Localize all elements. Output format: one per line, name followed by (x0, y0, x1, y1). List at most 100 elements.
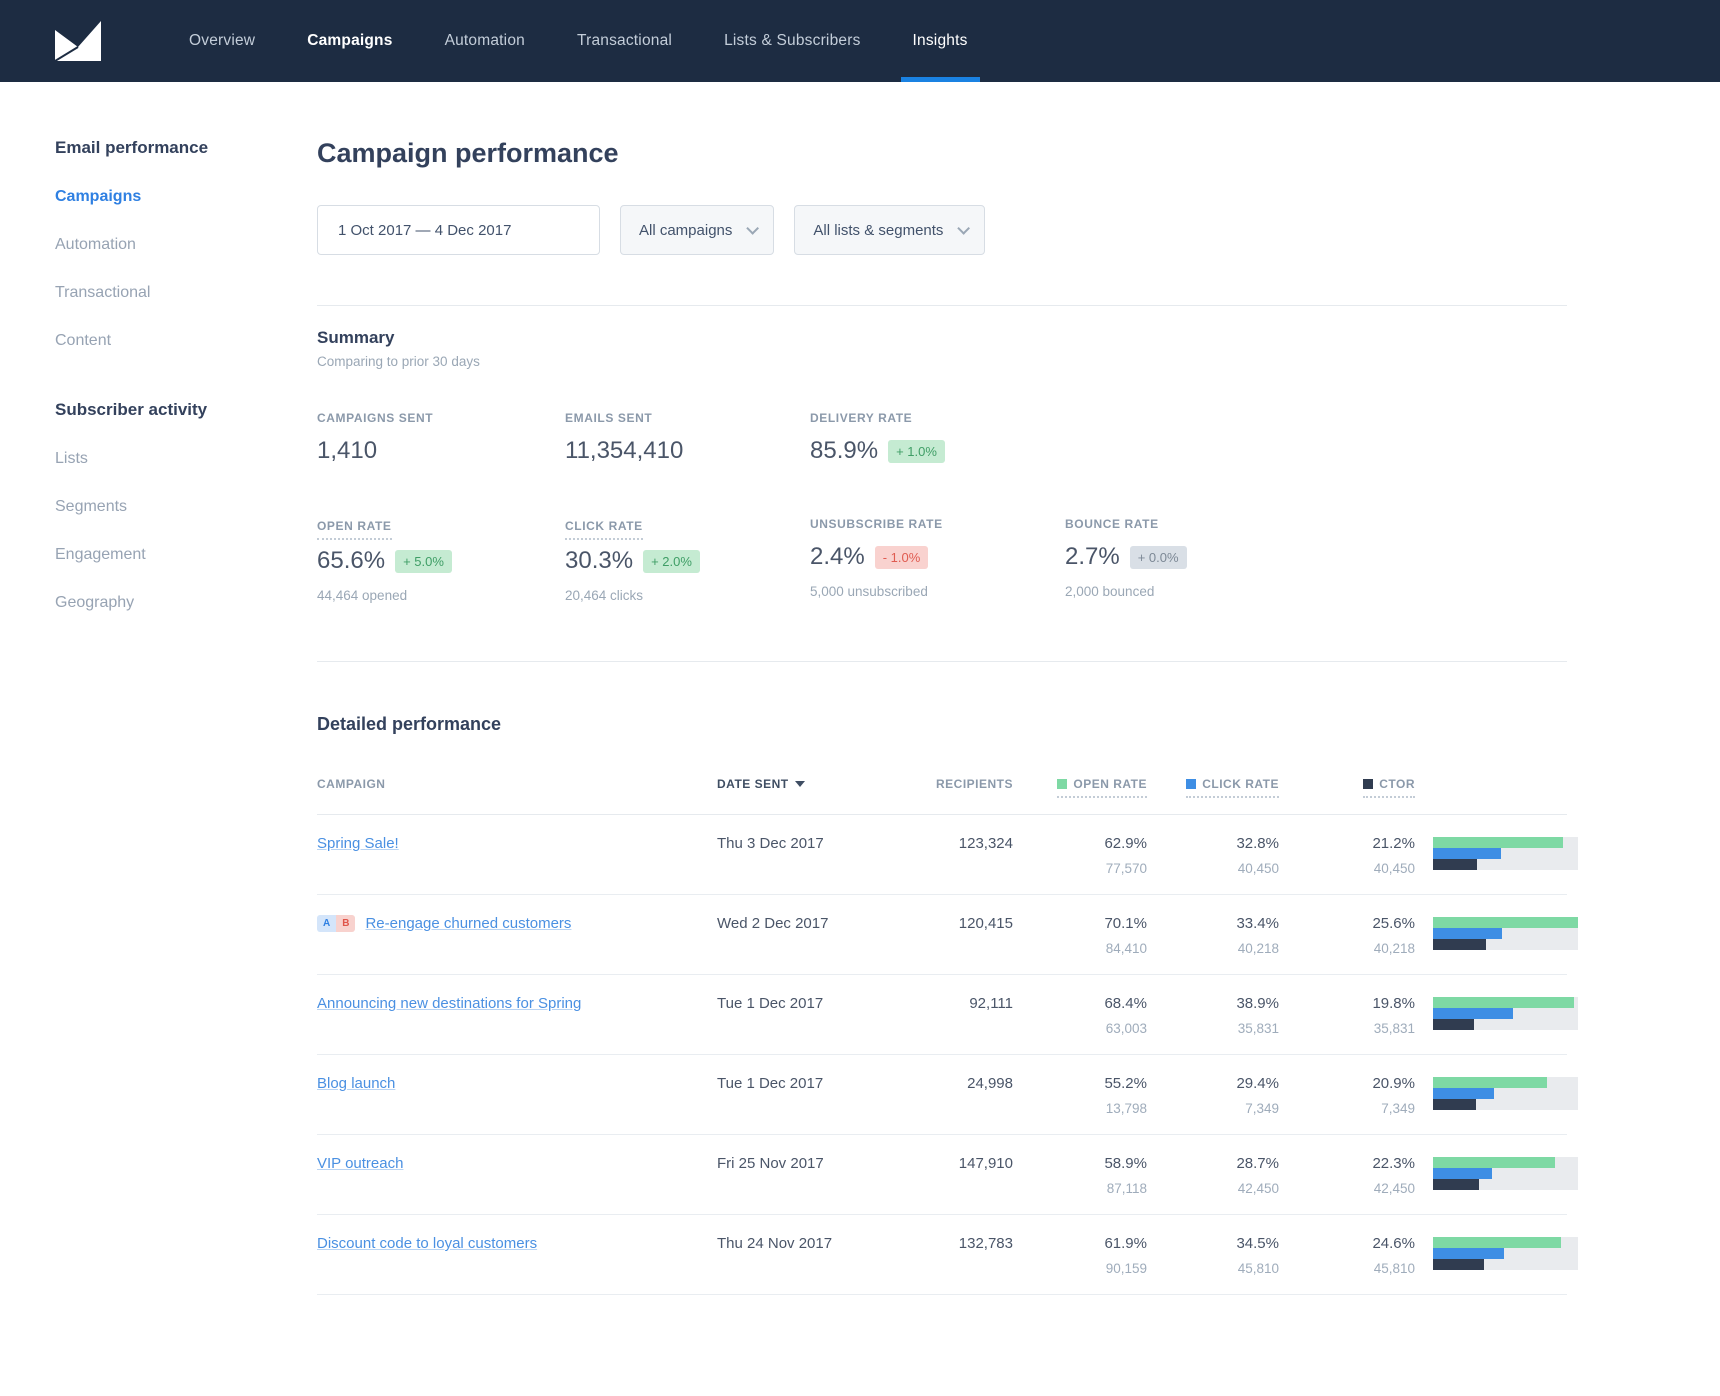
ctor-cell: 19.8% 35,831 (1372, 995, 1415, 1036)
recipients-cell: 147,910 (958, 1155, 1013, 1172)
sidebar-item-automation[interactable]: Automation (55, 236, 317, 254)
metric-delivery-rate: DELIVERY RATE 85.9% + 1.0% (810, 411, 1065, 465)
recipients-cell: 92,111 (969, 995, 1013, 1012)
column-header-label: OPEN RATE (1073, 777, 1147, 791)
date-sent-cell: Tue 1 Dec 2017 (717, 995, 824, 1012)
table-row: Blog launch Tue 1 Dec 2017 24,998 55.2% 1… (317, 1055, 1578, 1135)
nav-item-insights[interactable]: Insights (887, 0, 994, 82)
lists-segments-dropdown-value: All lists & segments (813, 221, 944, 239)
campaigns-dropdown-value: All campaigns (639, 221, 733, 239)
campaign-link[interactable]: VIP outreach (317, 1155, 403, 1172)
lists-segments-dropdown[interactable]: All lists & segments (794, 205, 986, 255)
column-header-ctor[interactable]: CTOR (1279, 777, 1415, 798)
campaign-monitor-logo-icon[interactable] (55, 21, 101, 61)
column-header-label: CTOR (1379, 777, 1415, 791)
chevron-down-icon (957, 221, 971, 235)
rate-bars-chart (1433, 917, 1578, 950)
recipients-cell: 24,998 (967, 1075, 1013, 1092)
click-rate-cell: 38.9% 35,831 (1236, 995, 1279, 1036)
ctor-bar (1433, 859, 1477, 870)
ctor-cell: 24.6% 45,810 (1372, 1235, 1415, 1276)
campaign-link[interactable]: Re-engage churned customers (365, 915, 571, 932)
click-rate-bar (1433, 848, 1501, 859)
column-header-date-sent[interactable]: DATE SENT (717, 777, 885, 791)
sidebar: Email performance Campaigns Automation T… (0, 138, 317, 1375)
campaign-link[interactable]: Blog launch (317, 1075, 395, 1092)
column-header-label: CLICK RATE (1202, 777, 1279, 791)
ctor-cell: 20.9% 7,349 (1372, 1075, 1415, 1116)
ctor-bar (1433, 1099, 1477, 1110)
main-content: Campaign performance 1 Oct 2017 — 4 Dec … (317, 138, 1578, 1375)
campaigns-dropdown[interactable]: All campaigns (620, 205, 775, 255)
metric-label: BOUNCE RATE (1065, 517, 1159, 531)
date-sent-cell: Wed 2 Dec 2017 (717, 915, 829, 932)
date-range-input[interactable]: 1 Oct 2017 — 4 Dec 2017 (317, 205, 600, 255)
column-header-recipients[interactable]: RECIPIENTS (885, 777, 1013, 791)
metric-sub: 20,464 clicks (565, 588, 644, 603)
table-row: Announcing new destinations for Spring T… (317, 975, 1578, 1055)
delta-badge: + 0.0% (1129, 545, 1187, 569)
nav-item-transactional[interactable]: Transactional (551, 0, 698, 82)
ctor-bar (1433, 1179, 1480, 1190)
nav-items: Overview Campaigns Automation Transactio… (163, 0, 994, 82)
column-header-open-rate[interactable]: OPEN RATE (1013, 777, 1147, 798)
metric-value: 85.9% (810, 437, 879, 464)
detailed-heading: Detailed performance (317, 714, 502, 734)
metric-label[interactable]: CLICK RATE (565, 519, 643, 540)
sort-descending-icon (794, 781, 805, 787)
date-sent-cell: Thu 24 Nov 2017 (717, 1235, 833, 1252)
metric-label: DELIVERY RATE (810, 411, 913, 425)
metric-open-rate: OPEN RATE 65.6% + 5.0% 44,464 opened (317, 517, 565, 603)
open-rate-cell: 68.4% 63,003 (1104, 995, 1147, 1036)
sidebar-item-campaigns[interactable]: Campaigns (55, 188, 317, 206)
nav-item-campaigns[interactable]: Campaigns (281, 0, 418, 82)
campaign-link[interactable]: Discount code to loyal customers (317, 1235, 537, 1252)
open-rate-bar (1433, 1077, 1548, 1088)
sidebar-heading-email-performance: Email performance (55, 138, 209, 157)
click-rate-bar (1433, 1088, 1494, 1099)
table-row: Spring Sale! Thu 3 Dec 2017 123,324 62.9… (317, 815, 1578, 895)
campaign-link[interactable]: Announcing new destinations for Spring (317, 995, 581, 1012)
click-rate-bar (1433, 1008, 1514, 1019)
nav-item-lists-subscribers[interactable]: Lists & Subscribers (698, 0, 886, 82)
metric-label: CAMPAIGNS SENT (317, 411, 434, 425)
nav-item-automation[interactable]: Automation (419, 0, 551, 82)
ctor-bar (1433, 1019, 1474, 1030)
sidebar-item-engagement[interactable]: Engagement (55, 546, 317, 564)
metric-campaigns-sent: CAMPAIGNS SENT 1,410 (317, 411, 565, 465)
open-rate-bar (1433, 997, 1575, 1008)
summary-metrics-row-2: OPEN RATE 65.6% + 5.0% 44,464 opened CLI… (317, 517, 1567, 603)
sidebar-heading-subscriber-activity: Subscriber activity (55, 400, 208, 419)
table-header-row: CAMPAIGN DATE SENT RECIPIENTS OPEN RATE … (317, 777, 1567, 815)
sidebar-item-geography[interactable]: Geography (55, 594, 317, 612)
click-rate-legend-swatch (1186, 779, 1197, 789)
metric-unsubscribe-rate: UNSUBSCRIBE RATE 2.4% - 1.0% 5,000 unsub… (810, 517, 1065, 603)
click-rate-bar (1433, 1248, 1505, 1259)
metric-value: 2.7% (1065, 543, 1120, 570)
ctor-cell: 21.2% 40,450 (1372, 835, 1415, 876)
date-sent-cell: Thu 3 Dec 2017 (717, 835, 824, 852)
sidebar-item-transactional[interactable]: Transactional (55, 284, 317, 302)
column-header-click-rate[interactable]: CLICK RATE (1147, 777, 1279, 798)
rate-bars-chart (1433, 1237, 1578, 1270)
metric-value: 2.4% (810, 543, 865, 570)
sidebar-item-content[interactable]: Content (55, 332, 317, 350)
ctor-cell: 22.3% 42,450 (1372, 1155, 1415, 1196)
sidebar-item-lists[interactable]: Lists (55, 450, 317, 468)
summary-section: Summary Comparing to prior 30 days CAMPA… (317, 306, 1567, 662)
column-header-campaign[interactable]: CAMPAIGN (317, 777, 717, 791)
table-row: VIP outreach Fri 25 Nov 2017 147,910 58.… (317, 1135, 1578, 1215)
summary-subheading: Comparing to prior 30 days (317, 354, 480, 369)
click-rate-cell: 32.8% 40,450 (1236, 835, 1279, 876)
metric-label[interactable]: OPEN RATE (317, 519, 392, 540)
chevron-down-icon (746, 221, 760, 235)
rate-bars-chart (1433, 1077, 1578, 1110)
nav-item-overview[interactable]: Overview (163, 0, 281, 82)
recipients-cell: 123,324 (958, 835, 1013, 852)
sidebar-item-segments[interactable]: Segments (55, 498, 317, 516)
click-rate-cell: 29.4% 7,349 (1236, 1075, 1279, 1116)
table-row: Discount code to loyal customers Thu 24 … (317, 1215, 1578, 1295)
date-sent-cell: Fri 25 Nov 2017 (717, 1155, 824, 1172)
top-navigation: Overview Campaigns Automation Transactio… (0, 0, 1720, 82)
campaign-link[interactable]: Spring Sale! (317, 835, 399, 852)
